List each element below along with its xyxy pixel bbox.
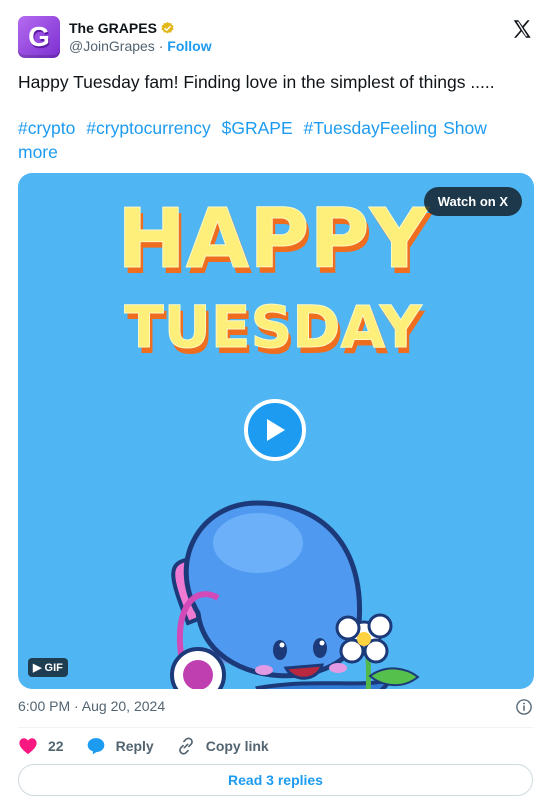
play-button[interactable] [244,399,306,461]
tweet-card: G The GRAPES @JoinGrapes · Follow Happy … [0,0,551,805]
cashtag-link[interactable]: $GRAPE [222,118,293,138]
avatar[interactable]: G [18,16,60,58]
play-icon [267,419,285,441]
reply-button[interactable]: Reply [86,736,154,756]
tweet-header: G The GRAPES @JoinGrapes · Follow [18,14,533,60]
hashtag-link[interactable]: #cryptocurrency [86,118,211,138]
tweet-timestamp[interactable]: 6:00 PM · Aug 20, 2024 [18,698,165,714]
reply-label: Reply [115,738,154,754]
hashtag-line: #crypto #cryptocurrency $GRAPE #TuesdayF… [18,116,533,164]
headline-line-2: TUESDAY [124,293,423,361]
copy-link-label: Copy link [205,738,269,754]
hashtag-link[interactable]: #TuesdayFeeling [304,118,438,138]
handle-separator: · [154,38,168,54]
like-count: 22 [48,738,64,754]
read-replies-button[interactable]: Read 3 replies [18,764,533,796]
reply-bubble-icon [87,738,104,755]
headline-line-1: HAPPY [117,192,430,287]
verified-badge-icon [161,21,174,33]
gif-label: GIF [44,662,63,674]
action-bar: 22 Reply Copy link [18,736,291,756]
gif-media[interactable]: HAPPY HAPPY TUESDAY TUESDAY Watch on X ▶… [18,173,534,689]
divider [18,727,533,728]
follow-button[interactable]: Follow [167,38,211,54]
account-handle[interactable]: @JoinGrapes [69,38,155,54]
gif-badge: ▶ GIF [28,658,68,677]
gif-play-icon: ▶ [33,662,45,674]
like-button[interactable]: 22 [18,737,64,755]
avatar-letter: G [28,21,50,52]
tweet-text: Happy Tuesday fam! Finding love in the s… [18,72,495,92]
account-info: The GRAPES @JoinGrapes · Follow [69,19,212,55]
account-name[interactable]: The GRAPES [69,19,157,37]
info-icon[interactable] [515,698,533,716]
hashtag-link[interactable]: #crypto [18,118,75,138]
link-icon [178,737,193,755]
watch-on-x-button[interactable]: Watch on X [423,187,522,216]
heart-icon [19,738,37,755]
copy-link-button[interactable]: Copy link [176,736,269,756]
x-logo-icon[interactable] [511,18,533,40]
